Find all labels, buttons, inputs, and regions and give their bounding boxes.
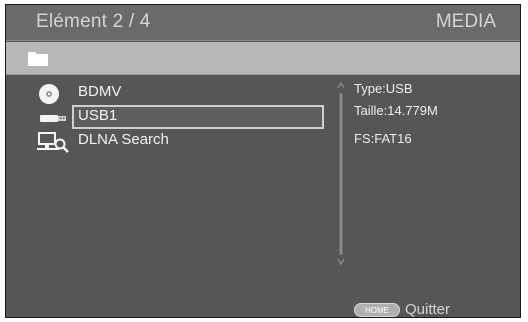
scroll-up-arrow-icon	[337, 81, 345, 89]
info-type: Type:USB	[354, 81, 413, 96]
usb-icon	[40, 115, 66, 122]
folder-icon[interactable]	[27, 50, 49, 67]
list-item-dlna-search[interactable]: DLNA Search	[6, 129, 326, 153]
list-item-label: USB1	[78, 107, 118, 124]
scrollbar[interactable]	[336, 81, 346, 267]
item-counter: Elément 2 / 4	[36, 11, 151, 32]
info-size: Taille:14.779M	[354, 103, 438, 118]
folder-bar	[6, 42, 520, 75]
scroll-track	[339, 93, 343, 255]
list-item-label: BDMV	[78, 83, 122, 100]
title-bar: Elément 2 / 4 MEDIA	[6, 5, 520, 41]
network-search-icon	[37, 132, 69, 153]
info-filesystem: FS:FAT16	[354, 131, 412, 146]
source-label: MEDIA	[435, 11, 496, 32]
scroll-down-arrow-icon	[337, 258, 345, 266]
list-item-bdmv[interactable]: BDMV	[6, 81, 326, 105]
info-panel: Type:USB Taille:14.779M FS:FAT16	[354, 81, 438, 153]
media-browser-screen: Elément 2 / 4 MEDIA BDMV USB1 DLNA Searc…	[5, 4, 521, 318]
home-button-label: HOME	[354, 303, 400, 317]
quit-label: Quitter	[405, 301, 451, 318]
disc-icon	[39, 84, 59, 104]
list-item-usb1[interactable]: USB1	[6, 105, 326, 129]
list-item-label: DLNA Search	[78, 131, 169, 148]
home-button[interactable]: HOME	[354, 303, 400, 317]
